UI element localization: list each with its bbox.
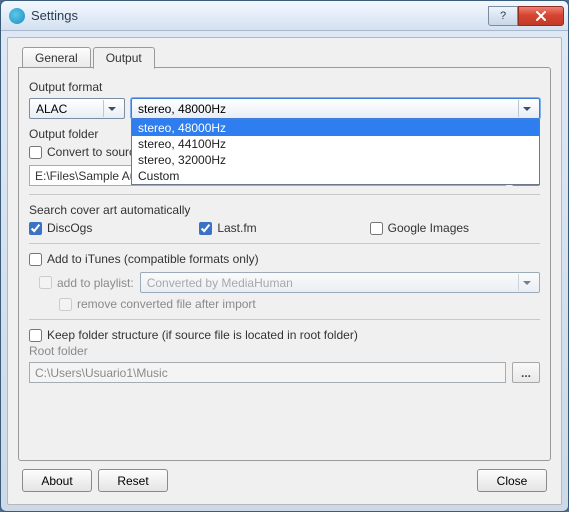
window-title: Settings xyxy=(31,8,488,23)
remove-after-import-label: remove converted file after import xyxy=(77,297,256,311)
add-to-itunes-checkbox[interactable]: Add to iTunes (compatible formats only) xyxy=(29,252,540,266)
keep-folder-structure-label: Keep folder structure (if source file is… xyxy=(47,328,358,342)
dropdown-option[interactable]: stereo, 44100Hz xyxy=(132,136,539,152)
help-button[interactable]: ? xyxy=(488,6,518,26)
close-button[interactable]: Close xyxy=(477,469,547,492)
about-button[interactable]: About xyxy=(22,469,92,492)
chevron-down-icon xyxy=(518,274,535,291)
dropdown-option[interactable]: Custom xyxy=(132,168,539,184)
lastfm-label: Last.fm xyxy=(217,221,256,235)
dropdown-option[interactable]: stereo, 32000Hz xyxy=(132,152,539,168)
google-images-input[interactable] xyxy=(370,222,383,235)
close-icon xyxy=(535,11,547,21)
output-format-label: Output format xyxy=(29,80,540,94)
keep-folder-structure-input[interactable] xyxy=(29,329,42,342)
discogs-label: DiscOgs xyxy=(47,221,92,235)
keep-folder-structure-checkbox[interactable]: Keep folder structure (if source file is… xyxy=(29,328,540,342)
remove-after-import-checkbox[interactable]: remove converted file after import xyxy=(59,297,540,311)
app-icon xyxy=(9,8,25,24)
google-images-checkbox[interactable]: Google Images xyxy=(370,221,540,235)
titlebar: Settings ? xyxy=(1,1,568,31)
add-to-playlist-input[interactable] xyxy=(39,276,52,289)
playlist-select[interactable]: Converted by MediaHuman xyxy=(140,272,540,293)
settings-window: Settings ? General Output Output format … xyxy=(0,0,569,512)
root-folder-label: Root folder xyxy=(29,344,540,358)
add-to-itunes-input[interactable] xyxy=(29,253,42,266)
root-folder-input[interactable] xyxy=(29,362,506,383)
lastfm-input[interactable] xyxy=(199,222,212,235)
chevron-down-icon xyxy=(518,100,535,117)
google-images-label: Google Images xyxy=(388,221,469,235)
codec-select[interactable]: ALAC xyxy=(29,98,125,119)
discogs-checkbox[interactable]: DiscOgs xyxy=(29,221,199,235)
add-to-itunes-label: Add to iTunes (compatible formats only) xyxy=(47,252,259,266)
tab-pane-output: Output format ALAC stereo, 48000Hz stere… xyxy=(18,67,551,461)
footer: About Reset Close xyxy=(18,461,551,494)
sample-format-select[interactable]: stereo, 48000Hz stereo, 48000Hz stereo, … xyxy=(131,98,540,119)
tab-output[interactable]: Output xyxy=(93,47,155,69)
add-to-playlist-checkbox[interactable]: add to playlist: xyxy=(39,276,134,290)
add-to-playlist-label: add to playlist: xyxy=(57,276,134,290)
codec-value: ALAC xyxy=(36,102,67,116)
discogs-input[interactable] xyxy=(29,222,42,235)
reset-button[interactable]: Reset xyxy=(98,469,168,492)
window-buttons: ? xyxy=(488,6,564,26)
remove-after-import-input[interactable] xyxy=(59,298,72,311)
tab-bar: General Output xyxy=(22,46,551,68)
tab-general[interactable]: General xyxy=(22,47,91,69)
sample-format-value: stereo, 48000Hz xyxy=(138,102,226,116)
lastfm-checkbox[interactable]: Last.fm xyxy=(199,221,369,235)
convert-to-source-input[interactable] xyxy=(29,146,42,159)
client-area: General Output Output format ALAC stereo… xyxy=(7,37,562,505)
playlist-value: Converted by MediaHuman xyxy=(147,276,293,290)
cover-art-label: Search cover art automatically xyxy=(29,203,540,217)
sample-format-dropdown: stereo, 48000Hz stereo, 44100Hz stereo, … xyxy=(131,119,540,185)
dropdown-option[interactable]: stereo, 48000Hz xyxy=(132,120,539,136)
chevron-down-icon xyxy=(103,100,120,117)
browse-root-folder-button[interactable]: ... xyxy=(512,362,540,383)
close-window-button[interactable] xyxy=(518,6,564,26)
